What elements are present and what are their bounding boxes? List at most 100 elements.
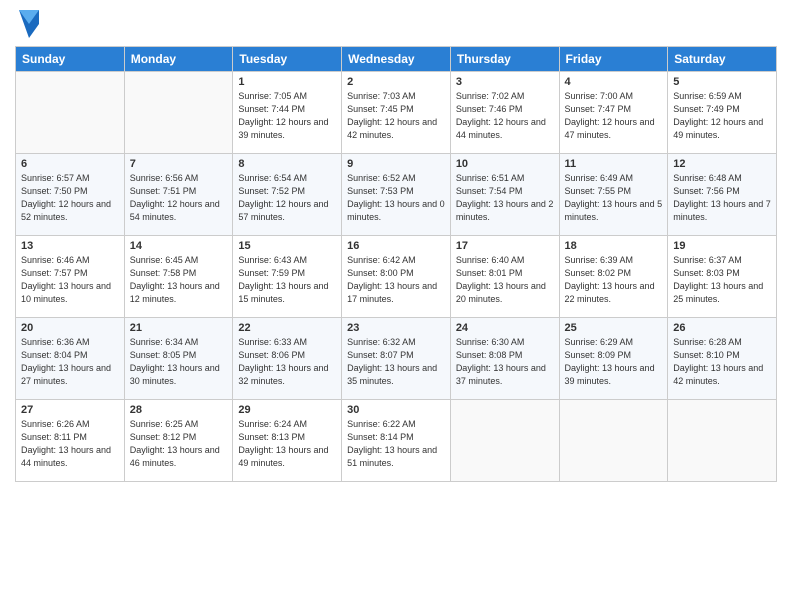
calendar-cell: 2 Sunrise: 7:03 AM Sunset: 7:45 PM Daylig…: [342, 72, 451, 154]
page: SundayMondayTuesdayWednesdayThursdayFrid…: [0, 0, 792, 612]
calendar-cell: 1 Sunrise: 7:05 AM Sunset: 7:44 PM Daylig…: [233, 72, 342, 154]
day-info: Sunrise: 6:59 AM Sunset: 7:49 PM Dayligh…: [673, 90, 771, 142]
day-number: 30: [347, 404, 445, 416]
day-number: 29: [238, 404, 336, 416]
calendar-cell: 20Sunrise: 6:36 AM Sunset: 8:04 PM Dayli…: [16, 318, 125, 400]
day-number: 28: [130, 404, 228, 416]
day-info: Sunrise: 6:26 AM Sunset: 8:11 PM Dayligh…: [21, 418, 119, 470]
calendar-table: SundayMondayTuesdayWednesdayThursdayFrid…: [15, 46, 777, 482]
calendar-cell: [16, 72, 125, 154]
calendar-cell: 16 Sunrise: 6:42 AM Sunset: 8:00 PM Dayli…: [342, 236, 451, 318]
day-number: 3: [456, 76, 554, 88]
day-number: 6: [21, 158, 119, 170]
day-info: Sunrise: 6:37 AM Sunset: 8:03 PM Dayligh…: [673, 254, 771, 306]
calendar-cell: 18 Sunrise: 6:39 AM Sunset: 8:02 PM Dayli…: [559, 236, 668, 318]
day-info: Sunrise: 6:40 AM Sunset: 8:01 PM Dayligh…: [456, 254, 554, 306]
calendar-cell: 29 Sunrise: 6:24 AM Sunset: 8:13 PM Dayli…: [233, 400, 342, 482]
day-number: 7: [130, 158, 228, 170]
day-info: Sunrise: 6:52 AM Sunset: 7:53 PM Dayligh…: [347, 172, 445, 224]
calendar-cell: [124, 72, 233, 154]
day-number: 5: [673, 76, 771, 88]
day-number: 18: [565, 240, 663, 252]
day-number: 14: [130, 240, 228, 252]
calendar-week-3: 13Sunrise: 6:46 AM Sunset: 7:57 PM Dayli…: [16, 236, 777, 318]
day-number: 8: [238, 158, 336, 170]
day-number: 26: [673, 322, 771, 334]
day-info: Sunrise: 6:39 AM Sunset: 8:02 PM Dayligh…: [565, 254, 663, 306]
day-info: Sunrise: 6:49 AM Sunset: 7:55 PM Dayligh…: [565, 172, 663, 224]
calendar-cell: 22Sunrise: 6:33 AM Sunset: 8:06 PM Dayli…: [233, 318, 342, 400]
day-number: 4: [565, 76, 663, 88]
calendar-cell: 10Sunrise: 6:51 AM Sunset: 7:54 PM Dayli…: [450, 154, 559, 236]
day-info: Sunrise: 6:24 AM Sunset: 8:13 PM Dayligh…: [238, 418, 336, 470]
day-info: Sunrise: 6:29 AM Sunset: 8:09 PM Dayligh…: [565, 336, 663, 388]
calendar-cell: 26 Sunrise: 6:28 AM Sunset: 8:10 PM Dayli…: [668, 318, 777, 400]
calendar-cell: 12 Sunrise: 6:48 AM Sunset: 7:56 PM Dayli…: [668, 154, 777, 236]
day-number: 21: [130, 322, 228, 334]
day-info: Sunrise: 6:48 AM Sunset: 7:56 PM Dayligh…: [673, 172, 771, 224]
calendar-cell: 17 Sunrise: 6:40 AM Sunset: 8:01 PM Dayli…: [450, 236, 559, 318]
calendar-cell: 13Sunrise: 6:46 AM Sunset: 7:57 PM Dayli…: [16, 236, 125, 318]
logo: [15, 10, 39, 38]
calendar-cell: 30 Sunrise: 6:22 AM Sunset: 8:14 PM Dayli…: [342, 400, 451, 482]
calendar-cell: 8Sunrise: 6:54 AM Sunset: 7:52 PM Daylig…: [233, 154, 342, 236]
calendar-cell: 4 Sunrise: 7:00 AM Sunset: 7:47 PM Daylig…: [559, 72, 668, 154]
calendar-cell: 14 Sunrise: 6:45 AM Sunset: 7:58 PM Dayli…: [124, 236, 233, 318]
calendar-header-wednesday: Wednesday: [342, 47, 451, 72]
day-number: 11: [565, 158, 663, 170]
calendar-header-friday: Friday: [559, 47, 668, 72]
day-info: Sunrise: 6:43 AM Sunset: 7:59 PM Dayligh…: [238, 254, 336, 306]
calendar-cell: [668, 400, 777, 482]
day-info: Sunrise: 6:22 AM Sunset: 8:14 PM Dayligh…: [347, 418, 445, 470]
day-info: Sunrise: 6:30 AM Sunset: 8:08 PM Dayligh…: [456, 336, 554, 388]
calendar-header-saturday: Saturday: [668, 47, 777, 72]
calendar-cell: 11 Sunrise: 6:49 AM Sunset: 7:55 PM Dayli…: [559, 154, 668, 236]
calendar-cell: 6 Sunrise: 6:57 AM Sunset: 7:50 PM Daylig…: [16, 154, 125, 236]
calendar-header-sunday: Sunday: [16, 47, 125, 72]
calendar-cell: 27 Sunrise: 6:26 AM Sunset: 8:11 PM Dayli…: [16, 400, 125, 482]
day-info: Sunrise: 6:32 AM Sunset: 8:07 PM Dayligh…: [347, 336, 445, 388]
day-info: Sunrise: 7:02 AM Sunset: 7:46 PM Dayligh…: [456, 90, 554, 142]
calendar-cell: 15 Sunrise: 6:43 AM Sunset: 7:59 PM Dayli…: [233, 236, 342, 318]
day-number: 16: [347, 240, 445, 252]
calendar-cell: 3 Sunrise: 7:02 AM Sunset: 7:46 PM Daylig…: [450, 72, 559, 154]
day-info: Sunrise: 6:51 AM Sunset: 7:54 PM Dayligh…: [456, 172, 554, 224]
day-info: Sunrise: 6:56 AM Sunset: 7:51 PM Dayligh…: [130, 172, 228, 224]
day-info: Sunrise: 7:03 AM Sunset: 7:45 PM Dayligh…: [347, 90, 445, 142]
day-number: 19: [673, 240, 771, 252]
calendar-cell: 19 Sunrise: 6:37 AM Sunset: 8:03 PM Dayli…: [668, 236, 777, 318]
calendar-header-thursday: Thursday: [450, 47, 559, 72]
calendar-week-5: 27 Sunrise: 6:26 AM Sunset: 8:11 PM Dayli…: [16, 400, 777, 482]
day-info: Sunrise: 6:28 AM Sunset: 8:10 PM Dayligh…: [673, 336, 771, 388]
day-info: Sunrise: 6:36 AM Sunset: 8:04 PM Dayligh…: [21, 336, 119, 388]
calendar-cell: 24 Sunrise: 6:30 AM Sunset: 8:08 PM Dayli…: [450, 318, 559, 400]
day-number: 12: [673, 158, 771, 170]
calendar-cell: 25 Sunrise: 6:29 AM Sunset: 8:09 PM Dayli…: [559, 318, 668, 400]
calendar-cell: 5 Sunrise: 6:59 AM Sunset: 7:49 PM Daylig…: [668, 72, 777, 154]
calendar-week-2: 6 Sunrise: 6:57 AM Sunset: 7:50 PM Daylig…: [16, 154, 777, 236]
calendar-cell: 28Sunrise: 6:25 AM Sunset: 8:12 PM Dayli…: [124, 400, 233, 482]
day-info: Sunrise: 6:57 AM Sunset: 7:50 PM Dayligh…: [21, 172, 119, 224]
day-number: 24: [456, 322, 554, 334]
day-number: 27: [21, 404, 119, 416]
day-number: 25: [565, 322, 663, 334]
day-number: 17: [456, 240, 554, 252]
day-number: 23: [347, 322, 445, 334]
calendar-cell: [450, 400, 559, 482]
calendar-week-4: 20Sunrise: 6:36 AM Sunset: 8:04 PM Dayli…: [16, 318, 777, 400]
day-info: Sunrise: 6:42 AM Sunset: 8:00 PM Dayligh…: [347, 254, 445, 306]
day-number: 2: [347, 76, 445, 88]
calendar-cell: [559, 400, 668, 482]
calendar-cell: 23 Sunrise: 6:32 AM Sunset: 8:07 PM Dayli…: [342, 318, 451, 400]
day-number: 13: [21, 240, 119, 252]
day-info: Sunrise: 6:45 AM Sunset: 7:58 PM Dayligh…: [130, 254, 228, 306]
day-number: 22: [238, 322, 336, 334]
day-info: Sunrise: 7:00 AM Sunset: 7:47 PM Dayligh…: [565, 90, 663, 142]
day-number: 1: [238, 76, 336, 88]
day-number: 9: [347, 158, 445, 170]
day-number: 15: [238, 240, 336, 252]
calendar-cell: 21 Sunrise: 6:34 AM Sunset: 8:05 PM Dayli…: [124, 318, 233, 400]
day-info: Sunrise: 7:05 AM Sunset: 7:44 PM Dayligh…: [238, 90, 336, 142]
day-info: Sunrise: 6:34 AM Sunset: 8:05 PM Dayligh…: [130, 336, 228, 388]
calendar-header-tuesday: Tuesday: [233, 47, 342, 72]
